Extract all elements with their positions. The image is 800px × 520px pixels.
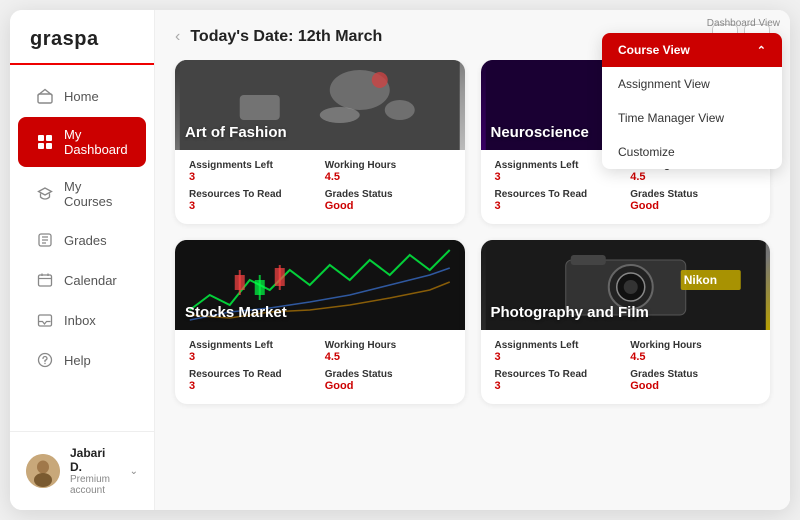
grades-neuro: Grades Status Good — [630, 189, 756, 212]
dropdown-item-time-manager[interactable]: Time Manager View — [602, 101, 782, 135]
grades-photo: Grades Status Good — [630, 369, 756, 392]
grades-stocks: Grades Status Good — [325, 369, 451, 392]
card-image-fashion: Art of Fashion — [175, 60, 465, 150]
user-profile[interactable]: Jabari D. Premium account ⌄ — [10, 431, 154, 510]
resources-stocks: Resources To Read 3 — [189, 369, 315, 392]
chevron-up-icon: ⌃ — [757, 44, 766, 57]
course-card-fashion[interactable]: Art of Fashion Assignments Left 3 Workin… — [175, 60, 465, 224]
card-image-stocks: Stocks Market — [175, 240, 465, 330]
card-stats-photo: Assignments Left 3 Working Hours 4.5 Res… — [481, 330, 771, 404]
courses-icon — [36, 185, 54, 203]
help-icon — [36, 351, 54, 369]
back-arrow-icon[interactable]: ‹ — [175, 28, 180, 46]
sidebar-nav: Home My Dashboard — [10, 65, 154, 431]
working-hours-stocks: Working Hours 4.5 — [325, 340, 451, 363]
dropdown-item-course-view[interactable]: Course View ⌃ — [602, 33, 782, 67]
sidebar-item-inbox[interactable]: Inbox — [18, 301, 146, 339]
card-image-photo: Nikon Photography and Film — [481, 240, 771, 330]
course-title-fashion: Art of Fashion — [185, 124, 287, 142]
course-card-photo[interactable]: Nikon Photography and Film Assignments L… — [481, 240, 771, 404]
user-chevron-icon[interactable]: ⌄ — [130, 466, 138, 477]
inbox-icon — [36, 311, 54, 329]
dropdown-item-assignment-view[interactable]: Assignment View — [602, 67, 782, 101]
resources-fashion: Resources To Read 3 — [189, 189, 315, 212]
card-stats-stocks: Assignments Left 3 Working Hours 4.5 Res… — [175, 330, 465, 404]
main-content: ‹ Today's Date: 12th March ‹ › — [155, 10, 790, 510]
dropdown-section-label: Dashboard View — [602, 10, 790, 33]
sidebar-item-courses[interactable]: My Courses — [18, 169, 146, 219]
assignments-left-photo: Assignments Left 3 — [495, 340, 621, 363]
course-card-stocks[interactable]: Stocks Market Assignments Left 3 Working… — [175, 240, 465, 404]
sidebar: graspa Home — [10, 10, 155, 510]
assignments-left-stocks: Assignments Left 3 — [189, 340, 315, 363]
working-hours-fashion: Working Hours 4.5 — [325, 160, 451, 183]
home-icon — [36, 87, 54, 105]
avatar — [26, 454, 60, 488]
dropdown-menu: Course View ⌃ Assignment View Time Manag… — [602, 33, 782, 169]
sidebar-item-grades[interactable]: Grades — [18, 221, 146, 259]
course-title-photo: Photography and Film — [491, 304, 649, 322]
sidebar-item-dashboard[interactable]: My Dashboard — [18, 117, 146, 167]
dashboard-view-dropdown: Dashboard View Course View ⌃ Assignment … — [602, 10, 790, 169]
grades-fashion: Grades Status Good — [325, 189, 451, 212]
app-container: graspa Home — [10, 10, 790, 510]
logo: graspa — [10, 10, 154, 65]
dashboard-icon — [36, 133, 54, 151]
dropdown-item-customize[interactable]: Customize — [602, 135, 782, 169]
sidebar-item-calendar[interactable]: Calendar — [18, 261, 146, 299]
resources-photo: Resources To Read 3 — [495, 369, 621, 392]
card-stats-fashion: Assignments Left 3 Working Hours 4.5 Res… — [175, 150, 465, 224]
sidebar-item-help[interactable]: Help — [18, 341, 146, 379]
svg-text:Nikon: Nikon — [683, 273, 716, 287]
calendar-icon — [36, 271, 54, 289]
course-title-stocks: Stocks Market — [185, 304, 287, 322]
resources-neuro: Resources To Read 3 — [495, 189, 621, 212]
working-hours-photo: Working Hours 4.5 — [630, 340, 756, 363]
grades-icon — [36, 231, 54, 249]
sidebar-item-home[interactable]: Home — [18, 77, 146, 115]
course-title-neuro: Neuroscience — [491, 124, 589, 142]
user-info: Jabari D. Premium account — [70, 446, 120, 496]
assignments-left-label-fashion: Assignments Left 3 — [189, 160, 315, 183]
